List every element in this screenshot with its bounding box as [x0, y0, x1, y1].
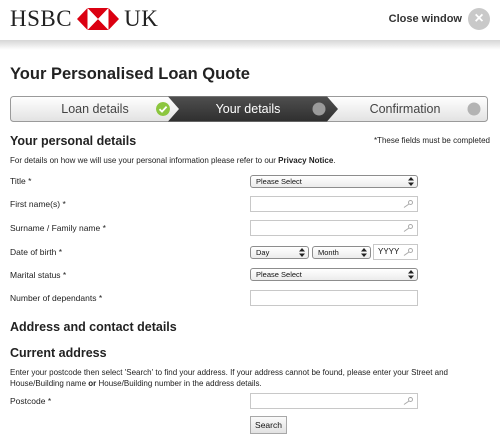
required-marker: * [58, 247, 62, 257]
step-loan-details: Loan details [61, 102, 129, 116]
marital-status-label-text: Marital status [10, 270, 61, 280]
privacy-paragraph: For details on how we will use your pers… [10, 155, 336, 166]
postcode-label: Postcode * [10, 396, 51, 406]
required-marker: * [62, 199, 66, 209]
progress-steps: Loan details Your details Confirmation [10, 96, 488, 122]
dob-year-input[interactable]: YYYY [373, 244, 418, 260]
select-arrows-icon [408, 177, 414, 186]
dependants-label: Number of dependants * [10, 293, 102, 303]
step-confirmation: Confirmation [369, 102, 441, 116]
surname-label: Surname / Family name * [10, 223, 106, 233]
header-bar: HSBC UK Close window × [0, 0, 500, 40]
postcode-help-text: Enter your postcode then select 'Search'… [10, 367, 490, 389]
dependants-input[interactable] [250, 290, 418, 306]
required-marker: * [98, 293, 103, 303]
first-name-input[interactable] [250, 196, 418, 212]
hsbc-logo[interactable]: HSBC UK [10, 7, 158, 31]
dob-label: Date of birth * [10, 247, 62, 257]
select-arrows-icon [299, 248, 305, 257]
select-arrows-icon [361, 248, 367, 257]
dob-day-value: Day [256, 248, 270, 257]
required-marker: * [62, 270, 67, 280]
dob-day-select[interactable]: Day [250, 246, 309, 259]
dob-month-select[interactable]: Month [312, 246, 371, 259]
close-icon: × [468, 8, 490, 30]
surname-input[interactable] [250, 220, 418, 236]
dob-month-value: Month [318, 248, 339, 257]
required-marker: * [102, 223, 106, 233]
current-address-heading: Current address [10, 346, 107, 360]
brand-name: HSBC [10, 6, 73, 31]
header-shadow [0, 40, 500, 50]
required-marker: * [28, 176, 32, 186]
dob-label-text: Date of birth [10, 247, 57, 257]
title-select[interactable]: Please Select [250, 175, 418, 188]
brand-region: UK [124, 6, 159, 31]
title-label-text: Title [10, 176, 26, 186]
required-fields-note: *These fields must be completed [373, 136, 490, 145]
first-name-label: First name(s) * [10, 199, 66, 209]
title-select-value: Please Select [256, 177, 302, 186]
privacy-text-end: . [333, 156, 336, 165]
page-title: Your Personalised Loan Quote [10, 65, 250, 83]
dob-year-placeholder: YYYY [378, 247, 400, 256]
step-your-details: Your details [215, 102, 281, 116]
hsbc-hexagon-icon [77, 8, 120, 30]
close-window-label: Close window [388, 13, 462, 25]
marital-status-select[interactable]: Please Select [250, 268, 418, 281]
search-button[interactable]: Search [250, 416, 287, 434]
privacy-notice-link[interactable]: Privacy Notice [278, 156, 333, 165]
required-marker: * [47, 396, 52, 406]
marital-status-label: Marital status * [10, 270, 66, 280]
step-status-dot-icon [312, 102, 326, 116]
close-window-button[interactable]: Close window × [389, 8, 490, 30]
key-icon [403, 224, 413, 232]
key-icon [403, 248, 413, 256]
surname-label-text: Surname / Family name [10, 223, 101, 233]
step-pending-dot-icon [467, 102, 481, 116]
key-icon [403, 200, 413, 208]
key-icon [403, 397, 413, 405]
privacy-text: For details on how we will use your pers… [10, 156, 279, 165]
address-contact-heading: Address and contact details [10, 320, 177, 334]
postcode-input[interactable] [250, 393, 418, 409]
select-arrows-icon [408, 270, 414, 279]
personal-details-heading: Your personal details [10, 134, 137, 148]
checkmark-icon [156, 102, 170, 116]
dependants-label-text: Number of dependants [10, 293, 97, 303]
postcode-label-text: Postcode [10, 396, 46, 406]
postcode-help-part2: House/Building number in the address det… [96, 379, 262, 388]
marital-status-value: Please Select [256, 270, 302, 279]
title-label: Title * [10, 176, 31, 186]
first-name-label-text: First name(s) [10, 199, 61, 209]
